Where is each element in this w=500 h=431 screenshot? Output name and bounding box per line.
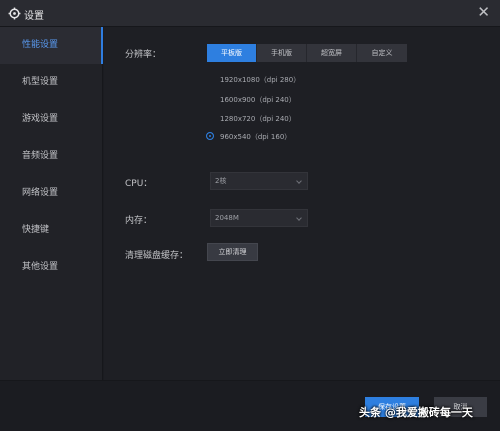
resolution-option-1280[interactable]: 1280x720（dpi 240）: [206, 111, 296, 127]
resolution-option-label: 1920x1080（dpi 280）: [220, 76, 301, 84]
memory-select[interactable]: 2048M: [210, 209, 308, 227]
chevron-down-icon: [296, 178, 302, 184]
mode-tab-ultrawide[interactable]: 超宽屏: [307, 44, 357, 62]
resolution-option-label: 1600x900（dpi 240）: [220, 96, 296, 104]
mode-tab-tablet[interactable]: 平板版: [207, 44, 257, 62]
resolution-option-960[interactable]: 960x540（dpi 160）: [206, 129, 291, 145]
sidebar-item-performance[interactable]: 性能设置: [0, 27, 103, 64]
watermark: 头条 @我爱搬砖每一天: [359, 406, 473, 419]
sidebar-item-game[interactable]: 游戏设置: [0, 101, 103, 138]
gear-icon: [8, 7, 21, 20]
mode-tab-custom[interactable]: 自定义: [357, 44, 407, 62]
memory-label: 内存：: [125, 216, 153, 226]
sidebar-item-network[interactable]: 网络设置: [0, 175, 103, 212]
cpu-value: 2核: [215, 177, 227, 185]
settings-panel: [104, 27, 500, 380]
sidebar-item-audio[interactable]: 音频设置: [0, 138, 103, 175]
radio-icon: [206, 75, 214, 83]
sidebar: 性能设置 机型设置 游戏设置 音频设置 网络设置 快捷键 其他设置: [0, 27, 103, 380]
sidebar-item-other[interactable]: 其他设置: [0, 249, 103, 286]
mode-tab-phone[interactable]: 手机版: [257, 44, 307, 62]
radio-checked-icon: [206, 132, 214, 140]
cpu-label: CPU：: [125, 179, 153, 189]
resolution-option-1600[interactable]: 1600x900（dpi 240）: [206, 92, 296, 108]
clear-cache-button[interactable]: 立即清理: [207, 243, 258, 261]
close-icon[interactable]: ✕: [477, 4, 490, 21]
cpu-select[interactable]: 2核: [210, 172, 308, 190]
resolution-option-label: 1280x720（dpi 240）: [220, 115, 296, 123]
radio-icon: [206, 95, 214, 103]
resolution-option-label: 960x540（dpi 160）: [220, 133, 292, 141]
sidebar-item-shortcuts[interactable]: 快捷键: [0, 212, 103, 249]
memory-value: 2048M: [215, 214, 239, 222]
resolution-option-1920[interactable]: 1920x1080（dpi 280）: [206, 72, 300, 88]
radio-icon: [206, 114, 214, 122]
window-title: 设置: [24, 11, 44, 22]
clear-cache-label: 清理磁盘缓存：: [125, 251, 189, 261]
sidebar-item-device[interactable]: 机型设置: [0, 64, 103, 101]
chevron-down-icon: [296, 215, 302, 221]
title-bar: 设置 ✕: [0, 0, 500, 27]
resolution-label: 分辨率：: [125, 50, 162, 60]
